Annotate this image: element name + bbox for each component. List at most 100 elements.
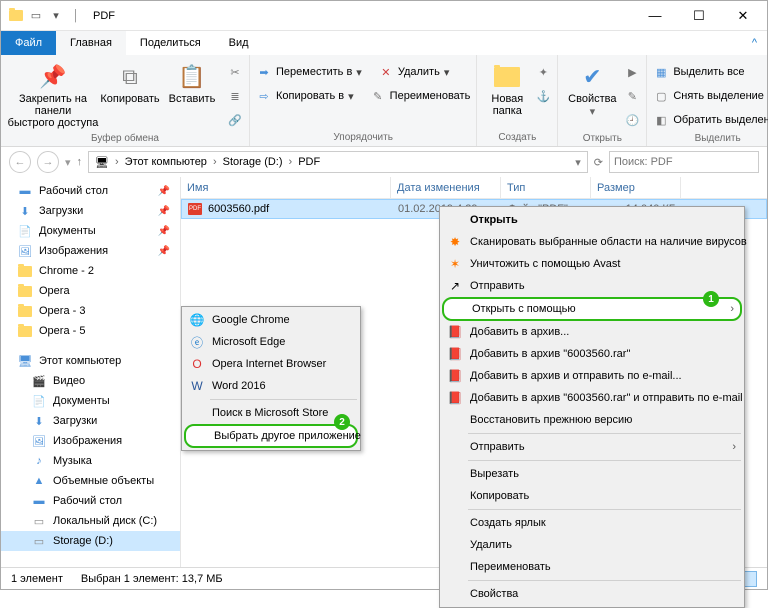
sidebar-item[interactable]: 📄Документы📌 [1, 221, 180, 241]
sub-store[interactable]: Поиск в Microsoft Store [184, 402, 358, 424]
invert-selection-button[interactable]: ◧Обратить выделение [653, 109, 768, 131]
ctx-open[interactable]: Открыть [442, 209, 742, 231]
winrar-icon: 📕 [446, 367, 464, 385]
ctx-share[interactable]: ↗Отправить [442, 275, 742, 297]
ribbon-tabs: Файл Главная Поделиться Вид ^ [1, 31, 767, 55]
ctx-scan[interactable]: ✸Сканировать выбранные области на наличи… [442, 231, 742, 253]
search-input[interactable] [609, 151, 759, 173]
sidebar-item[interactable]: 🖼Изображения [1, 431, 180, 451]
edit-small[interactable]: ✎ [624, 85, 640, 107]
copy-path-small[interactable]: ≣ [227, 85, 243, 107]
breadcrumb[interactable]: 🖥› Этот компьютер› Storage (D:)› PDF ▾ [88, 151, 588, 173]
back-button[interactable]: ← [9, 151, 31, 173]
sidebar-item[interactable]: Chrome - 2 [1, 261, 180, 281]
ctx-restore[interactable]: Восстановить прежнюю версию [442, 409, 742, 431]
up-button[interactable]: ↑ [77, 156, 83, 168]
ctx-send-to[interactable]: Отправить› [442, 436, 742, 458]
sidebar-item[interactable]: ▬Рабочий стол [1, 491, 180, 511]
forward-button[interactable]: → [37, 151, 59, 173]
select-all-button[interactable]: ▦Выделить все [653, 61, 768, 83]
sidebar-item[interactable]: ⬇Загрузки [1, 411, 180, 431]
sidebar-item[interactable]: Opera [1, 281, 180, 301]
delete-button[interactable]: ✕Удалить ▾ [378, 61, 450, 83]
sub-edge[interactable]: ⓔMicrosoft Edge [184, 331, 358, 353]
sidebar-item[interactable]: ⬇Загрузки📌 [1, 201, 180, 221]
word-icon: W [188, 377, 206, 395]
open-small[interactable]: ▶ [624, 61, 640, 83]
tab-file[interactable]: Файл [1, 31, 56, 55]
copy-button[interactable]: ⧉ Копировать [99, 57, 161, 131]
sidebar-item[interactable]: ▭Storage (D:) [1, 531, 180, 551]
refresh-button[interactable]: ⟳ [594, 156, 603, 169]
sidebar-item[interactable]: ♪Музыка [1, 451, 180, 471]
desktop-icon: ▬ [31, 493, 47, 509]
sidebar-item[interactable]: Opera - 5 [1, 321, 180, 341]
divider-icon: │ [67, 7, 85, 25]
sidebar-item[interactable]: ▲Объемные объекты [1, 471, 180, 491]
sidebar-item[interactable]: Opera - 3 [1, 301, 180, 321]
rename-button[interactable]: ✎Переименовать [370, 85, 471, 107]
sidebar-item[interactable]: 🖼Изображения📌 [1, 241, 180, 261]
new-item-small[interactable]: ✦ [535, 61, 551, 83]
sub-chrome[interactable]: 🌐Google Chrome [184, 309, 358, 331]
qat-down-icon[interactable]: ▾ [47, 7, 65, 25]
qat-properties-icon[interactable]: ▭ [27, 7, 45, 25]
ctx-shred[interactable]: ✶Уничтожить с помощью Avast [442, 253, 742, 275]
minimize-button[interactable]: — [633, 1, 677, 31]
ctx-copy[interactable]: Копировать [442, 485, 742, 507]
select-none-button[interactable]: ▢Снять выделение [653, 85, 768, 107]
paste-icon: 📋 [176, 61, 208, 93]
new-folder-icon [491, 61, 523, 93]
close-button[interactable]: ✕ [721, 1, 765, 31]
col-type[interactable]: Тип [501, 177, 591, 198]
properties-icon: ✔ [576, 61, 608, 93]
select-all-icon: ▦ [653, 64, 669, 80]
copy-to-button[interactable]: ⇨Копировать в ▾ [256, 85, 354, 107]
ctx-add-archive[interactable]: 📕Добавить в архив... [442, 321, 742, 343]
ctx-properties[interactable]: Свойства [442, 583, 742, 605]
tab-home[interactable]: Главная [56, 31, 126, 55]
history-small[interactable]: 🕘 [624, 109, 640, 131]
sub-word[interactable]: WWord 2016 [184, 375, 358, 397]
ctx-add-rar[interactable]: 📕Добавить в архив "6003560.rar" [442, 343, 742, 365]
ribbon-collapse-icon[interactable]: ^ [742, 31, 767, 55]
cut-small[interactable]: ✂ [227, 61, 243, 83]
column-headers[interactable]: Имя Дата изменения Тип Размер [181, 177, 767, 199]
maximize-button[interactable]: ☐ [677, 1, 721, 31]
ctx-cut[interactable]: Вырезать [442, 463, 742, 485]
ctx-rename[interactable]: Переименовать [442, 556, 742, 578]
chevron-right-icon: › [730, 303, 734, 315]
easy-access-small[interactable]: ⚓ [535, 85, 551, 107]
col-name[interactable]: Имя [181, 177, 391, 198]
3d-icon: ▲ [31, 473, 47, 489]
move-to-button[interactable]: ➡Переместить в ▾ [256, 61, 362, 83]
ctx-open-with[interactable]: Открыть с помощью› [442, 297, 742, 321]
chrome-icon: 🌐 [188, 311, 206, 329]
history-dropdown[interactable]: ▾ [65, 156, 71, 169]
pin-icon: 📌 [37, 61, 69, 93]
tab-share[interactable]: Поделиться [126, 31, 215, 55]
ctx-delete[interactable]: Удалить [442, 534, 742, 556]
music-icon: ♪ [31, 453, 47, 469]
paste-shortcut-small[interactable]: 🔗 [227, 109, 243, 131]
sub-opera[interactable]: OOpera Internet Browser [184, 353, 358, 375]
winrar-icon: 📕 [446, 345, 464, 363]
sidebar-this-pc[interactable]: 🖥Этот компьютер [1, 351, 180, 371]
paste-button[interactable]: 📋 Вставить [161, 57, 223, 131]
ctx-add-email[interactable]: 📕Добавить в архив и отправить по e-mail.… [442, 365, 742, 387]
col-date[interactable]: Дата изменения [391, 177, 501, 198]
pin-button[interactable]: 📌 Закрепить на панели быстрого доступа [7, 57, 99, 131]
ctx-add-rar-email[interactable]: 📕Добавить в архив "6003560.rar" и отправ… [442, 387, 742, 409]
properties-button[interactable]: ✔ Свойства ▾ [564, 57, 620, 131]
ctx-shortcut[interactable]: Создать ярлык [442, 512, 742, 534]
new-folder-button[interactable]: Новая папка [483, 57, 531, 117]
folder-icon [17, 303, 33, 319]
sidebar-item[interactable]: 🎬Видео [1, 371, 180, 391]
col-size[interactable]: Размер [591, 177, 681, 198]
sub-choose-app[interactable]: Выбрать другое приложение [184, 424, 358, 448]
sidebar-item[interactable]: 📄Документы [1, 391, 180, 411]
sidebar-item[interactable]: ▬Рабочий стол📌 [1, 181, 180, 201]
sidebar-item[interactable]: ▭Локальный диск (C:) [1, 511, 180, 531]
tab-view[interactable]: Вид [215, 31, 263, 55]
nav-pane[interactable]: ▬Рабочий стол📌⬇Загрузки📌📄Документы📌🖼Изоб… [1, 177, 181, 569]
